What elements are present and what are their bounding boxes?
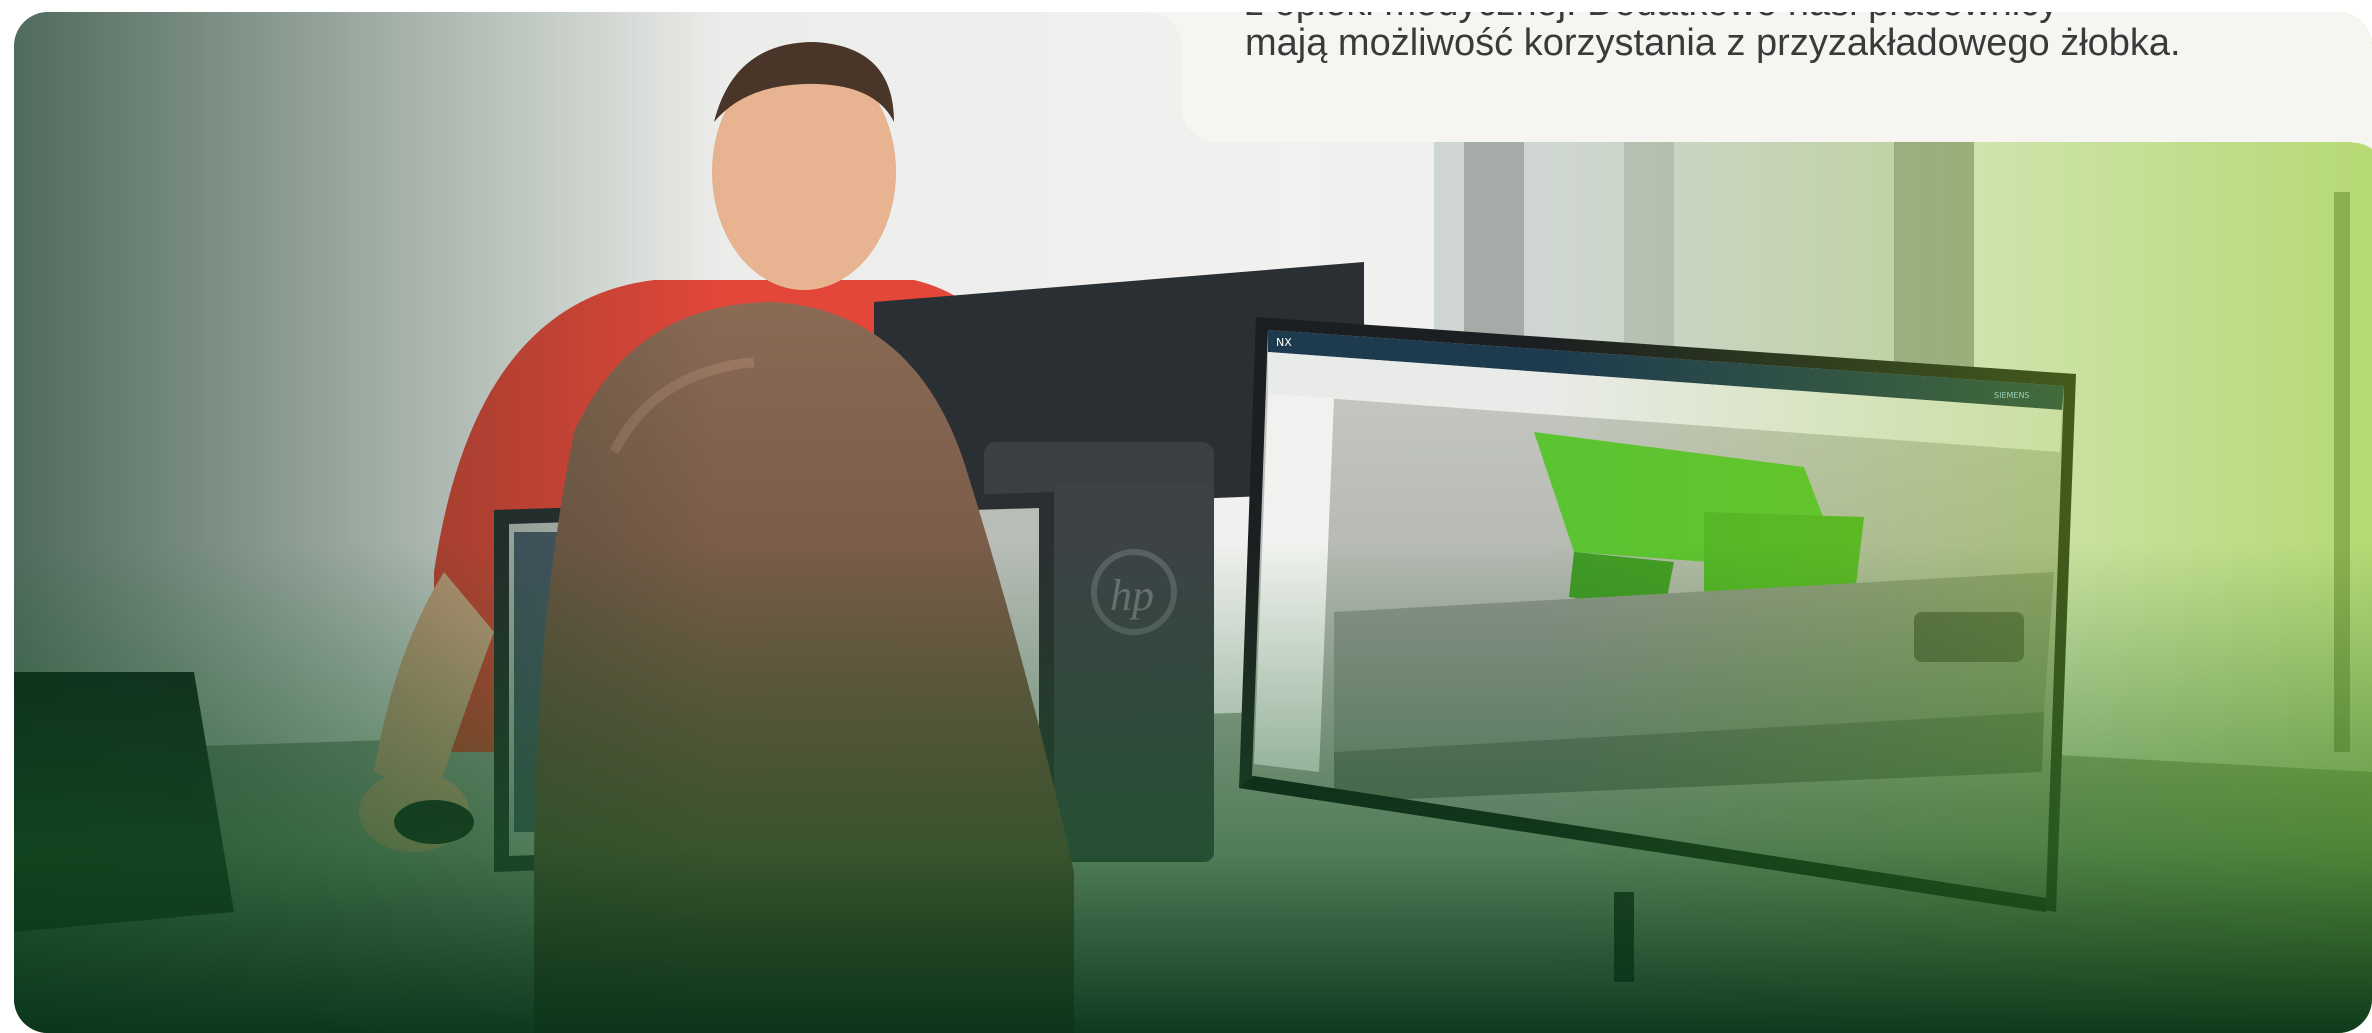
cad-vendor-text: SIEMENS (1994, 391, 2030, 400)
panel-corner-bottom (2352, 142, 2372, 176)
hp-logo-text: hp (1110, 571, 1154, 620)
hero-photo: hp NX SIEMENS mają możliwość korzystania… (14, 12, 2372, 1033)
caption-panel: z opieki medycznej. Dodatkowo nasi praco… (1148, 12, 2372, 176)
caption-line-main: mają możliwość korzystania z przyzakłado… (1245, 22, 2181, 64)
panel-corner-left (1148, 12, 1182, 46)
office-scene-image: hp NX SIEMENS (14, 12, 2372, 1033)
cad-app-title: NX (1276, 336, 1292, 349)
